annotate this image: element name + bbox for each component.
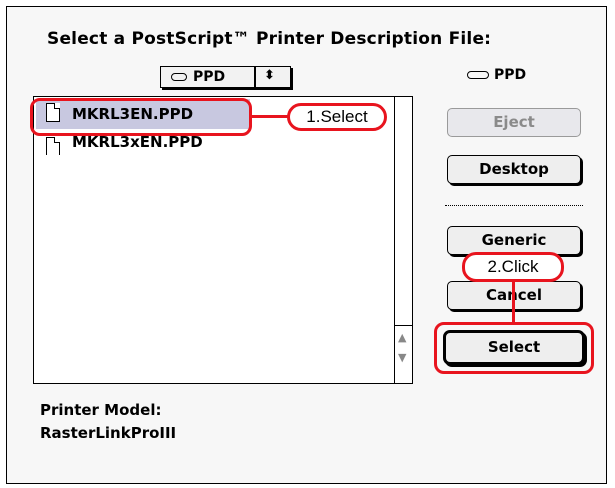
file-list[interactable]: MKRL3EN.PPD MKRL3xEN.PPD ▲ ▼ [33, 96, 413, 384]
document-icon [46, 137, 60, 155]
step2-callout: 2.Click [462, 252, 564, 282]
printer-model-label: Printer Model: [40, 401, 162, 419]
eject-button[interactable]: Eject [447, 108, 581, 137]
volume-label: PPD [494, 67, 527, 83]
select-highlight-annotation [434, 322, 594, 374]
volume-indicator: PPD [467, 67, 526, 83]
list-item[interactable]: MKRL3xEN.PPD [36, 133, 256, 155]
popup-divider [254, 67, 256, 87]
file-highlight-annotation [30, 98, 252, 136]
generic-button[interactable]: Generic [447, 226, 581, 255]
folder-popup-menu[interactable]: PPD ⬍ [160, 66, 291, 88]
printer-model-value: RasterLinkProIII [40, 424, 177, 442]
dialog-title: Select a PostScript™ Printer Description… [47, 29, 492, 49]
scroll-down-arrow-icon[interactable]: ▼ [398, 351, 406, 364]
disk-icon [467, 71, 489, 79]
callout-connector [252, 115, 288, 118]
desktop-button[interactable]: Desktop [447, 155, 581, 184]
disk-icon [171, 73, 187, 81]
printer-model-info: Printer Model: RasterLinkProIII [40, 399, 176, 445]
updown-arrows-icon: ⬍ [264, 68, 275, 83]
scrollbar-separator [395, 325, 413, 326]
vertical-scrollbar[interactable]: ▲ ▼ [394, 97, 413, 383]
callout-connector [512, 282, 515, 322]
folder-popup-label: PPD [193, 69, 226, 85]
divider [445, 205, 583, 206]
scroll-up-arrow-icon[interactable]: ▲ [398, 331, 406, 344]
step1-callout: 1.Select [287, 103, 387, 131]
